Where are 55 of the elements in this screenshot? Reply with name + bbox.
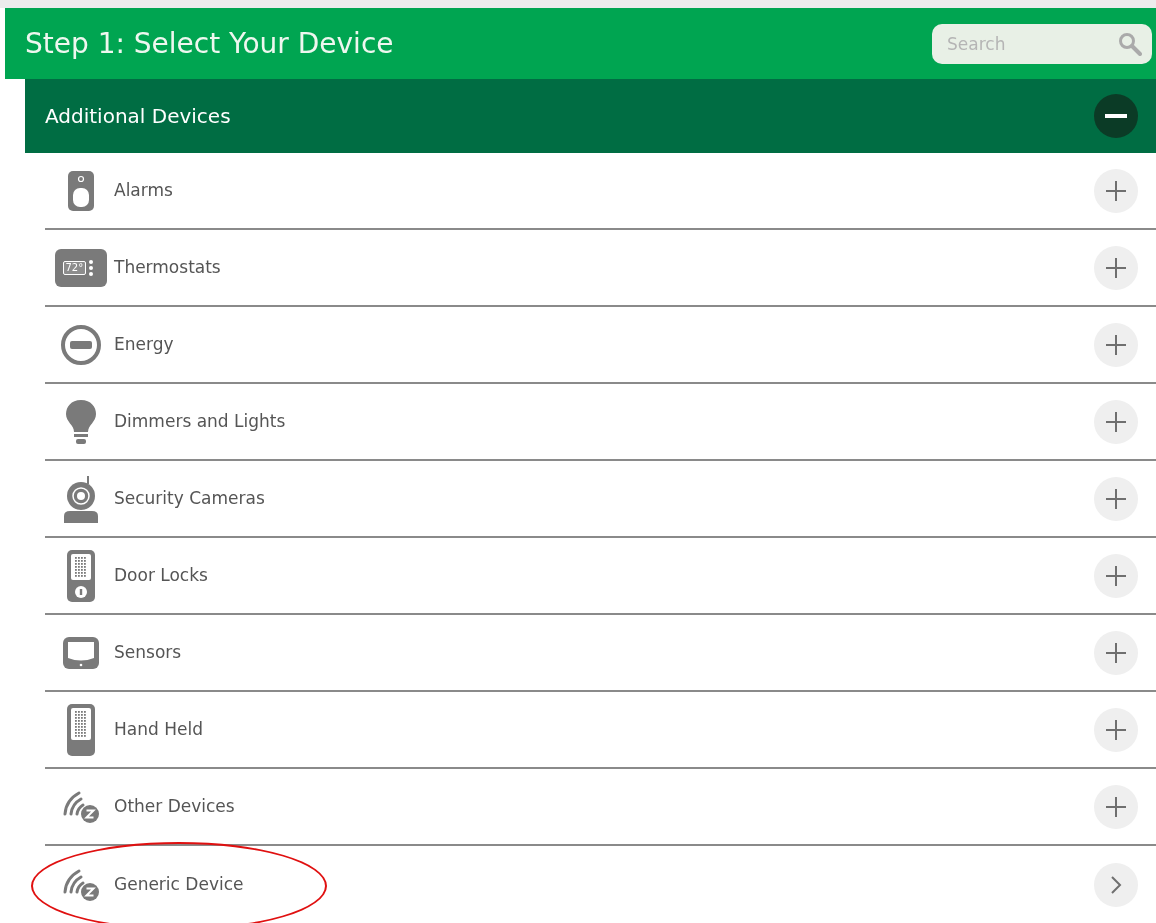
section-title: Additional Devices: [45, 103, 231, 131]
device-row[interactable]: Energy: [45, 307, 1156, 384]
chevron-right-icon: [1110, 874, 1122, 895]
plus-icon: [1105, 795, 1127, 818]
keypad-lock-icon: [65, 548, 96, 603]
alarm-sensor-icon: [66, 169, 95, 212]
plus-icon: [1105, 256, 1127, 279]
device-row[interactable]: Generic Device: [45, 846, 1156, 923]
expand-button[interactable]: [1094, 168, 1138, 213]
plus-icon: [1105, 564, 1127, 587]
device-row[interactable]: Sensors: [45, 615, 1156, 692]
plus-icon: [1105, 410, 1127, 433]
plus-icon: [1105, 641, 1127, 664]
device-row[interactable]: Hand Held: [45, 692, 1156, 769]
light-bulb-icon: [64, 398, 97, 445]
device-label: Energy: [114, 332, 175, 356]
device-label: Sensors: [114, 640, 183, 664]
remote-control-icon: [65, 702, 96, 757]
webcam-icon: [61, 473, 100, 524]
device-row[interactable]: Alarms: [45, 153, 1156, 230]
tablet-icon: [61, 635, 100, 670]
expand-button[interactable]: [1094, 630, 1138, 675]
expand-button[interactable]: [1094, 245, 1138, 290]
expand-button[interactable]: [1094, 476, 1138, 521]
plus-icon: [1105, 718, 1127, 741]
device-label: Hand Held: [114, 717, 204, 741]
device-row[interactable]: Other Devices: [45, 769, 1156, 846]
collapse-button[interactable]: [1094, 94, 1138, 139]
device-row[interactable]: Dimmers and Lights: [45, 384, 1156, 461]
expand-button[interactable]: [1094, 553, 1138, 598]
search-field[interactable]: Search: [932, 23, 1152, 64]
device-label: Door Locks: [114, 563, 209, 587]
device-row[interactable]: Door Locks: [45, 538, 1156, 615]
next-button[interactable]: [1094, 862, 1138, 907]
device-row[interactable]: Security Cameras: [45, 461, 1156, 538]
expand-button[interactable]: [1094, 322, 1138, 367]
device-label: Generic Device: [114, 872, 245, 896]
section-header[interactable]: Additional Devices: [25, 79, 1156, 153]
device-label: Thermostats: [114, 255, 222, 279]
expand-button[interactable]: [1094, 707, 1138, 752]
page-title: Step 1: Select Your Device: [25, 25, 394, 62]
plus-icon: [1105, 487, 1127, 510]
minus-icon: [1105, 114, 1127, 119]
device-row[interactable]: 72° Thermostats: [45, 230, 1156, 307]
device-label: Alarms: [114, 178, 174, 202]
thermostat-icon: 72°: [54, 248, 107, 287]
device-label: Security Cameras: [114, 486, 266, 510]
plus-icon: [1105, 179, 1127, 202]
plus-icon: [1105, 333, 1127, 356]
device-label: Dimmers and Lights: [114, 409, 287, 433]
device-label: Other Devices: [114, 794, 236, 818]
expand-button[interactable]: [1094, 399, 1138, 444]
meter-icon: [59, 323, 102, 366]
search-icon: [1118, 31, 1142, 56]
expand-button[interactable]: [1094, 784, 1138, 829]
